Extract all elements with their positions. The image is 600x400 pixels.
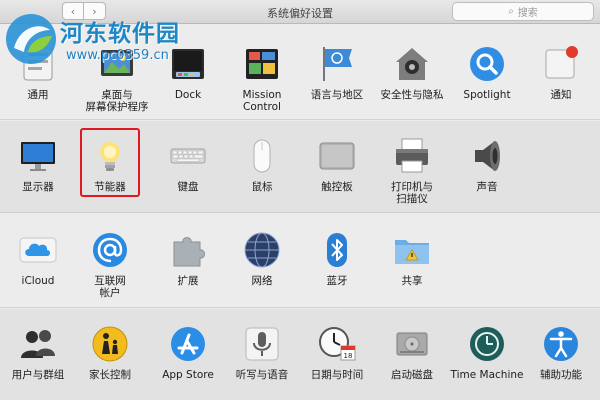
pane-label: 启动磁盘 [391,369,433,381]
mouse-icon [253,139,271,173]
pane-label: Spotlight [463,89,511,101]
time-machine-icon [470,327,504,361]
pane-network[interactable]: 网络 [219,226,305,310]
pane-label: 显示器 [22,181,54,193]
pane-internet-accounts[interactable]: 互联网 帐户 [67,226,153,310]
watermark-logo [6,14,56,64]
speaker-icon [475,141,500,171]
keyboard-icon [170,148,206,164]
hard-disk-icon [396,332,428,356]
trackpad-icon [319,142,355,170]
pane-label: 通用 [27,89,49,101]
spotlight-icon [470,47,504,81]
pane-dictation-speech[interactable]: 听写与语音 [219,320,305,400]
pane-label: 打印机与 扫描仪 [391,181,433,205]
pane-trackpad[interactable]: 触控板 [294,132,380,216]
pane-label: 键盘 [177,181,199,193]
pane-printers-scanners[interactable]: 打印机与 扫描仪 [369,132,455,216]
clock-calendar-icon: 18 [319,327,356,361]
pane-label: 日期与时间 [310,369,364,381]
pane-label: 家长控制 [89,369,131,381]
pane-label: 共享 [401,275,423,287]
pane-startup-disk[interactable]: 启动磁盘 [369,320,455,400]
pane-parental-controls[interactable]: 家长控制 [67,320,153,400]
app-store-icon [171,327,205,361]
pane-label: 鼠标 [251,181,273,193]
accessibility-icon [544,327,578,361]
users-icon [21,330,55,358]
pane-date-time[interactable]: 18 日期与时间 [294,320,380,400]
display-icon [21,142,55,171]
pane-notifications[interactable]: 通知 [518,40,600,124]
pane-mission-control[interactable]: Mission Control [219,40,305,124]
watermark-title: 河东软件园 [60,20,180,47]
at-sign-icon [93,233,127,267]
pane-label: 桌面与 屏幕保护程序 [85,89,149,113]
pane-label: iCloud [21,275,55,287]
puzzle-piece-icon [173,237,205,267]
pane-label: 安全性与隐私 [380,89,444,101]
sharing-folder-icon [395,240,429,264]
pane-label: 互联网 帐户 [94,275,126,299]
pane-label: 蓝牙 [326,275,348,287]
pane-sharing[interactable]: 共享 [369,226,455,310]
notifications-icon [545,46,578,79]
parental-controls-icon [92,326,128,362]
watermark-url: www.pc0359.cn [66,48,169,63]
pane-label: 扩展 [177,275,199,287]
pane-label: Time Machine [450,369,524,381]
pane-label: 通知 [550,89,572,101]
pane-sound[interactable]: 声音 [444,132,530,216]
pane-label: 触控板 [321,181,353,193]
pane-label: 声音 [476,181,498,193]
pane-language-region[interactable]: 语言与地区 [294,40,380,124]
pane-security-privacy[interactable]: 安全性与隐私 [369,40,455,124]
pane-label: App Store [162,369,214,381]
pane-label: 用户与群组 [11,369,65,381]
printer-icon [396,138,428,173]
pane-bluetooth[interactable]: 蓝牙 [294,226,380,310]
microphone-icon [245,327,279,361]
watermark: 河东软件园 www.pc0359.cn [0,0,208,78]
pane-mouse[interactable]: 鼠标 [219,132,305,216]
search-field[interactable]: ⌕ 搜索 [452,2,594,21]
pane-label: 网络 [251,275,273,287]
icloud-icon [19,237,57,263]
pane-label: Dock [174,89,202,101]
network-globe-icon [244,232,280,268]
bluetooth-icon [327,233,347,267]
energy-saver-highlight [80,128,140,197]
search-placeholder: 搜索 [517,8,538,19]
search-icon: ⌕ [508,6,514,17]
pane-label: 辅助功能 [540,369,582,381]
pane-label: 听写与语音 [235,369,289,381]
mission-control-icon [246,49,278,79]
pane-label: Mission Control [242,89,282,113]
security-house-icon [396,48,428,80]
flag-icon [323,47,352,81]
pane-label: 语言与地区 [310,89,364,101]
pane-accessibility[interactable]: 辅助功能 [518,320,600,400]
calendar-day: 18 [344,352,353,360]
